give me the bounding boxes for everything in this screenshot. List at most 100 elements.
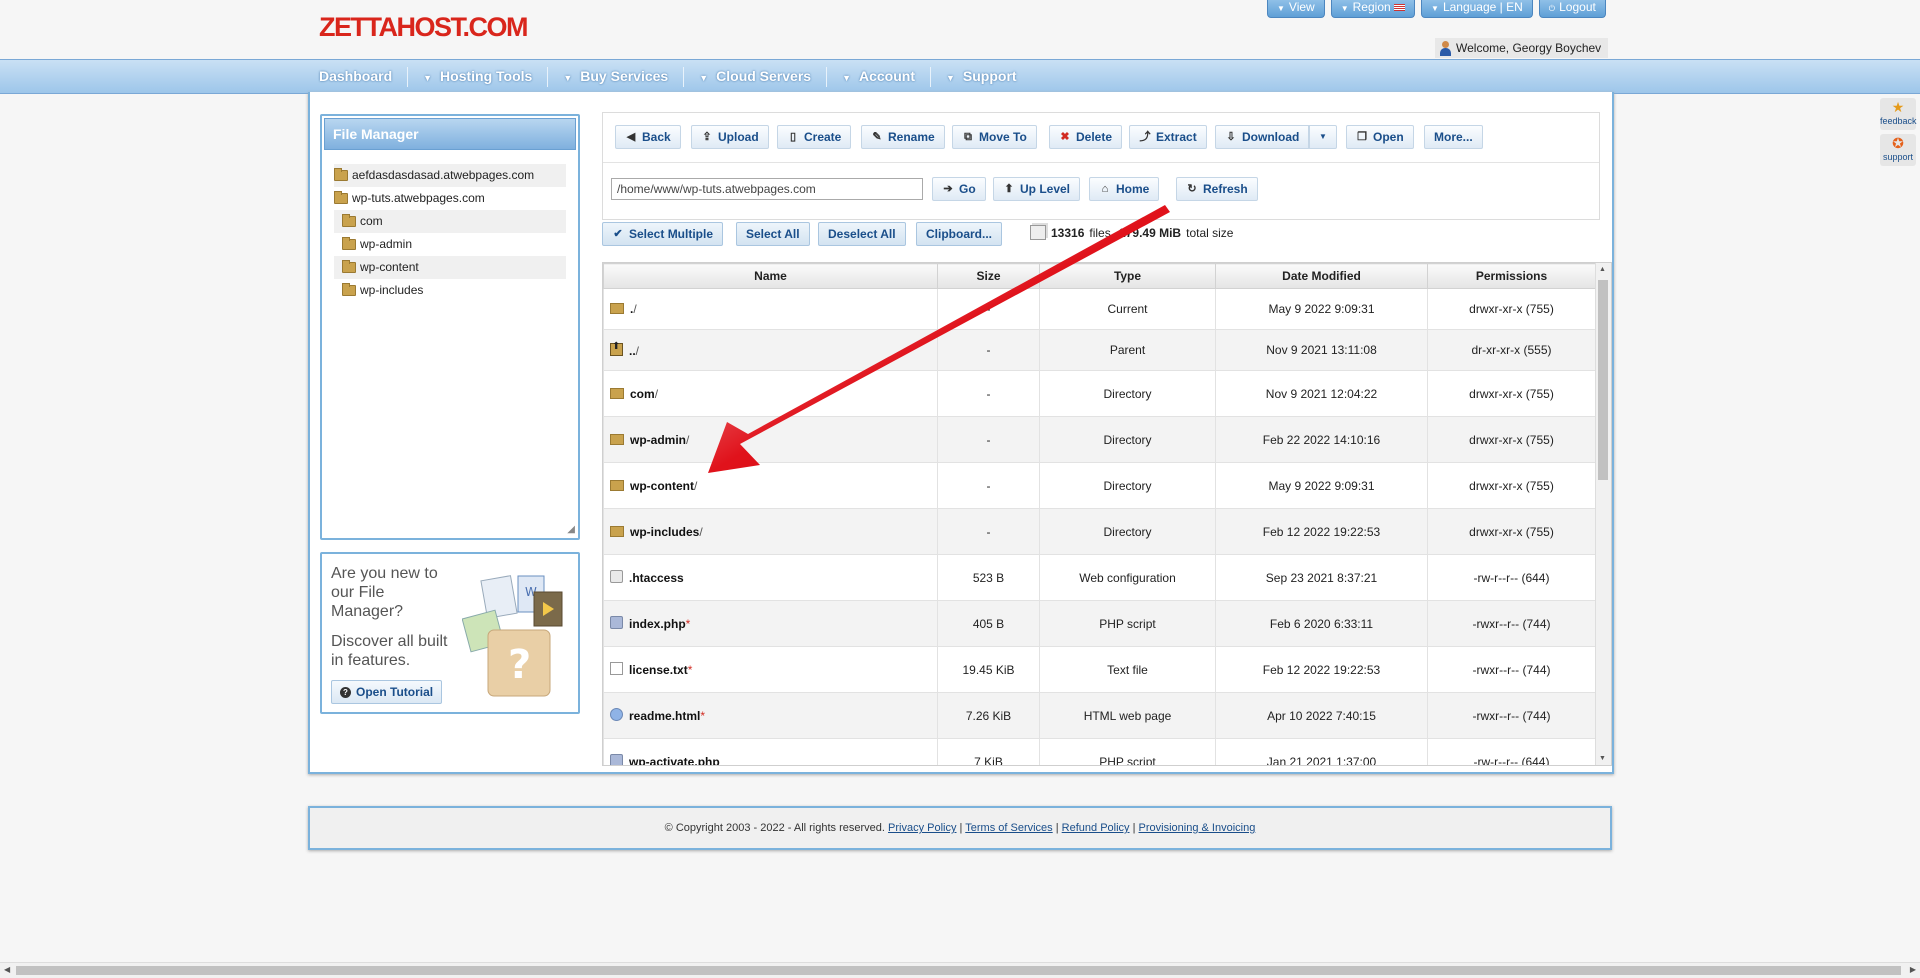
cell-permissions[interactable]: drwxr-xr-x (755)	[1427, 416, 1596, 463]
file-name[interactable]: com	[630, 387, 655, 401]
cell-permissions[interactable]: -rwxr--r-- (744)	[1427, 600, 1596, 647]
cell-permissions[interactable]: -rwxr--r-- (744)	[1427, 646, 1596, 693]
select-all-button[interactable]: Select All	[736, 222, 810, 246]
delete-button[interactable]: ✖ Delete	[1049, 125, 1123, 149]
file-name[interactable]: readme.html	[629, 709, 700, 723]
cell-name[interactable]: ./	[603, 288, 938, 330]
file-name[interactable]: license.txt	[629, 663, 688, 677]
refresh-button[interactable]: ↻ Refresh	[1176, 177, 1258, 201]
rename-button[interactable]: ✎ Rename	[861, 125, 945, 149]
cell-name[interactable]: license.txt*	[603, 646, 938, 693]
table-row[interactable]: wp-admin/- Directory Feb 22 2022 14:10:16 d…	[603, 416, 1596, 463]
col-header-modified[interactable]: Date Modified	[1215, 263, 1428, 289]
table-row[interactable]: wp-activate.php 7 KiB PHP script Jan 21 202…	[603, 738, 1596, 765]
file-name[interactable]: wp-admin	[630, 433, 686, 447]
table-row[interactable]: wp-content/- Directory May 9 2022 9:09:31 d…	[603, 462, 1596, 509]
file-name[interactable]: wp-includes	[630, 525, 699, 539]
support-widget[interactable]: ✪ support	[1880, 134, 1916, 166]
provisioning-link[interactable]: Provisioning & Invoicing	[1139, 822, 1256, 834]
nav-account[interactable]: ▼ Account	[827, 60, 930, 93]
create-button[interactable]: ▯ Create	[777, 125, 852, 149]
tree-item-domain-2[interactable]: wp-tuts.atwebpages.com	[334, 187, 566, 210]
deselect-all-button[interactable]: Deselect All	[818, 222, 906, 246]
file-name[interactable]: wp-activate.php	[629, 755, 720, 765]
cell-permissions[interactable]: drwxr-xr-x (755)	[1427, 370, 1596, 417]
clipboard-button[interactable]: Clipboard...	[916, 222, 1002, 246]
home-button[interactable]: ⌂ Home	[1089, 177, 1160, 201]
up-level-button[interactable]: ⬆ Up Level	[993, 177, 1081, 201]
go-button[interactable]: ➔ Go	[932, 177, 986, 201]
cell-permissions[interactable]: -rw-r--r-- (644)	[1427, 554, 1596, 601]
cell-permissions[interactable]: drwxr-xr-x (755)	[1427, 288, 1596, 330]
terms-link[interactable]: Terms of Services	[965, 822, 1052, 834]
nav-buy-services[interactable]: ▼ Buy Services	[548, 60, 683, 93]
nav-cloud-servers[interactable]: ▼ Cloud Servers	[684, 60, 826, 93]
feedback-widget[interactable]: ★ feedback	[1880, 98, 1917, 130]
cell-permissions[interactable]: -rwxr--r-- (744)	[1427, 692, 1596, 739]
scrollbar-thumb[interactable]	[16, 966, 1901, 975]
tree-item-wp-admin[interactable]: wp-admin	[334, 233, 566, 256]
view-menu[interactable]: ▼ View	[1267, 0, 1325, 18]
cell-name[interactable]: readme.html*	[603, 692, 938, 739]
cell-permissions[interactable]: -rw-r--r-- (644)	[1427, 738, 1596, 765]
cell-name[interactable]: wp-admin/	[603, 416, 938, 463]
privacy-policy-link[interactable]: Privacy Policy	[888, 822, 956, 834]
cell-name[interactable]: wp-includes/	[603, 508, 938, 555]
site-logo[interactable]: ZETTAHOST.COM	[319, 12, 528, 43]
cell-name[interactable]: wp-content/	[603, 462, 938, 509]
file-name[interactable]: .htaccess	[629, 571, 684, 585]
col-header-name[interactable]: Name	[603, 263, 938, 289]
col-header-type[interactable]: Type	[1039, 263, 1216, 289]
cell-permissions[interactable]: drwxr-xr-x (755)	[1427, 462, 1596, 509]
table-row[interactable]: ../-ParentNov 9 2021 13:11:08dr-xr-xr-x …	[603, 329, 1596, 371]
table-row[interactable]: readme.html* 7.26 KiB HTML web page Apr 10 …	[603, 692, 1596, 739]
back-button[interactable]: ◀ Back	[615, 125, 681, 149]
table-row[interactable]: wp-includes/- Directory Feb 12 2022 19:22:…	[603, 508, 1596, 555]
cell-name[interactable]: index.php*	[603, 600, 938, 647]
resize-grip-icon[interactable]: ◢	[567, 524, 575, 535]
path-input[interactable]	[611, 178, 923, 200]
cell-name[interactable]: com/	[603, 370, 938, 417]
table-vertical-scrollbar[interactable]: ▲ ▼	[1595, 263, 1611, 765]
nav-dashboard[interactable]: Dashboard	[304, 60, 407, 93]
more-button[interactable]: More...	[1424, 125, 1483, 149]
table-row[interactable]: index.php* 405 B PHP script Feb 6 2020 6:33…	[603, 600, 1596, 647]
file-name[interactable]: wp-content	[630, 479, 694, 493]
nav-hosting-tools[interactable]: ▼ Hosting Tools	[408, 60, 547, 93]
move-to-button[interactable]: ⧉ Move To	[952, 125, 1037, 149]
scrollbar-thumb[interactable]	[1598, 280, 1608, 480]
scroll-left-arrow-icon[interactable]: ◀	[4, 965, 10, 974]
table-row[interactable]: com/- Directory Nov 9 2021 12:04:22 drwxr-x…	[603, 370, 1596, 417]
extract-button[interactable]: ⤴ Extract	[1129, 125, 1207, 149]
cell-name[interactable]: .htaccess	[603, 554, 938, 601]
tree-item-wp-content[interactable]: wp-content	[334, 256, 566, 279]
file-name[interactable]: ..	[629, 344, 636, 358]
scroll-down-arrow-icon[interactable]: ▼	[1599, 755, 1606, 762]
cell-name[interactable]: wp-activate.php	[603, 738, 938, 765]
nav-support[interactable]: ▼ Support	[931, 60, 1032, 93]
page-horizontal-scrollbar[interactable]: ◀ ▶	[0, 962, 1920, 978]
select-multiple-button[interactable]: ✔ Select Multiple	[602, 222, 724, 246]
tree-item-domain-1[interactable]: aefdasdasdasad.atwebpages.com	[334, 164, 566, 187]
open-tutorial-button[interactable]: ? Open Tutorial	[331, 680, 443, 704]
col-header-size[interactable]: Size	[937, 263, 1040, 289]
logout-link[interactable]: ⏻ Logout	[1538, 0, 1606, 18]
col-header-permissions[interactable]: Permissions	[1427, 263, 1596, 289]
tree-item-wp-includes[interactable]: wp-includes	[334, 279, 566, 302]
table-row[interactable]: license.txt* 19.45 KiB Text file Feb 12 202…	[603, 646, 1596, 693]
tree-item-com[interactable]: com	[334, 210, 566, 233]
cell-permissions[interactable]: dr-xr-xr-x (555)	[1427, 329, 1596, 371]
region-menu[interactable]: ▼ Region	[1330, 0, 1416, 18]
upload-button[interactable]: ⇪ Upload	[691, 125, 769, 149]
download-button[interactable]: ⇩ Download	[1215, 125, 1310, 149]
refund-policy-link[interactable]: Refund Policy	[1062, 822, 1130, 834]
table-row[interactable]: .htaccess 523 B Web configuration Sep 23 20…	[603, 554, 1596, 601]
scroll-right-arrow-icon[interactable]: ▶	[1910, 965, 1916, 974]
language-menu[interactable]: ▼ Language | EN	[1421, 0, 1533, 18]
cell-permissions[interactable]: drwxr-xr-x (755)	[1427, 508, 1596, 555]
file-name[interactable]: index.php	[629, 617, 686, 631]
table-row[interactable]: ./- Current May 9 2022 9:09:31 drwxr-xr-x (…	[603, 288, 1596, 330]
cell-name[interactable]: ../	[603, 329, 938, 371]
open-button[interactable]: ❐ Open	[1346, 125, 1414, 149]
scroll-up-arrow-icon[interactable]: ▲	[1599, 266, 1606, 273]
